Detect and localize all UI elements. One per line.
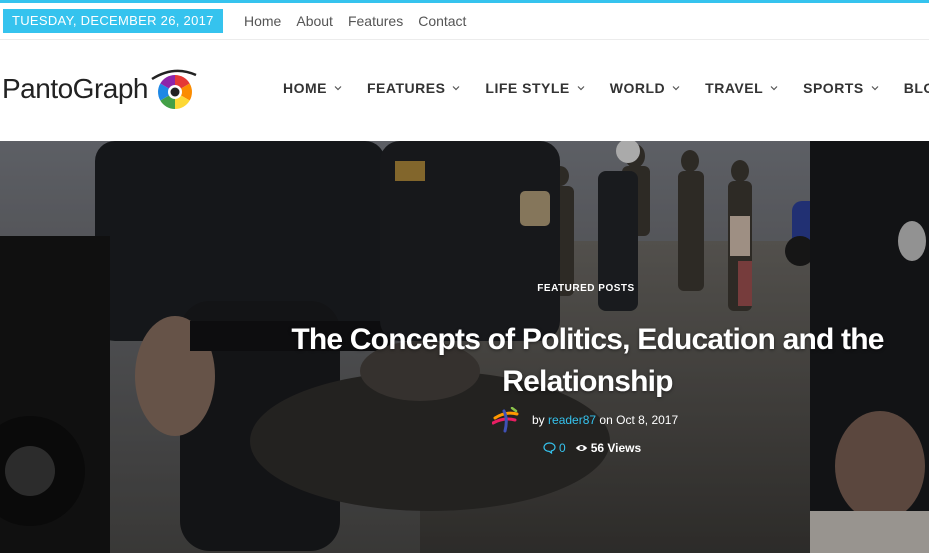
- date-badge: TUESDAY, DECEMBER 26, 2017: [3, 9, 223, 33]
- category-label[interactable]: FEATURED POSTS: [506, 283, 666, 294]
- nav-label: LIFE STYLE: [485, 80, 570, 96]
- chevron-down-icon: [452, 86, 460, 91]
- nav-label: HOME: [283, 80, 327, 96]
- author-link[interactable]: reader87: [548, 413, 596, 427]
- nav-blog[interactable]: BLOG: [904, 80, 929, 96]
- author-avatar[interactable]: [492, 407, 522, 433]
- chevron-down-icon: [871, 86, 879, 91]
- post-meta: by reader87 on Oct 8, 2017: [492, 407, 678, 433]
- chevron-down-icon: [577, 86, 585, 91]
- comments-count: 0: [559, 441, 566, 455]
- post-title[interactable]: The Concepts of Politics, Education and …: [270, 319, 905, 403]
- chevron-down-icon: [770, 86, 778, 91]
- comments-link[interactable]: 0: [543, 441, 566, 455]
- site-logo[interactable]: PantoGraph: [2, 64, 198, 114]
- nav-sports[interactable]: SPORTS: [803, 80, 880, 96]
- nav-label: WORLD: [609, 80, 666, 96]
- nav-label: FEATURES: [367, 80, 446, 96]
- comment-icon: [543, 442, 556, 454]
- nav-travel[interactable]: TRAVEL: [705, 80, 779, 96]
- chevron-down-icon: [334, 86, 342, 91]
- main-nav: HOME FEATURES LIFE STYLE WORLD TRAVEL SP…: [283, 40, 929, 136]
- site-header: PantoGraph HOME FEATURES LIFE STYLE WORL…: [0, 40, 929, 141]
- top-bar: TUESDAY, DECEMBER 26, 2017 Home About Fe…: [0, 3, 929, 40]
- nav-label: TRAVEL: [705, 80, 764, 96]
- nav-life-style[interactable]: LIFE STYLE: [485, 80, 585, 96]
- nav-home[interactable]: HOME: [283, 80, 343, 96]
- aperture-logo-icon: [150, 65, 198, 113]
- nav-label: SPORTS: [803, 80, 864, 96]
- nav-label: BLOG: [903, 80, 929, 96]
- post-date: on Oct 8, 2017: [599, 413, 679, 427]
- top-link-home[interactable]: Home: [244, 13, 281, 29]
- top-link-contact[interactable]: Contact: [418, 13, 466, 29]
- by-label: by: [532, 413, 545, 427]
- views-count: 56 Views: [590, 441, 642, 455]
- post-stats: 0 56 Views: [543, 440, 641, 456]
- top-links: Home About Features Contact: [244, 3, 481, 39]
- logo-text: PantoGraph: [2, 73, 149, 104]
- eye-icon: [575, 445, 587, 451]
- top-link-features[interactable]: Features: [348, 13, 403, 29]
- top-link-about[interactable]: About: [296, 13, 333, 29]
- views-counter: 56 Views: [575, 441, 641, 455]
- chevron-down-icon: [672, 86, 680, 91]
- nav-world[interactable]: WORLD: [610, 80, 681, 96]
- featured-hero[interactable]: FEATURED POSTS The Concepts of Politics,…: [0, 141, 929, 553]
- nav-features[interactable]: FEATURES: [367, 80, 461, 96]
